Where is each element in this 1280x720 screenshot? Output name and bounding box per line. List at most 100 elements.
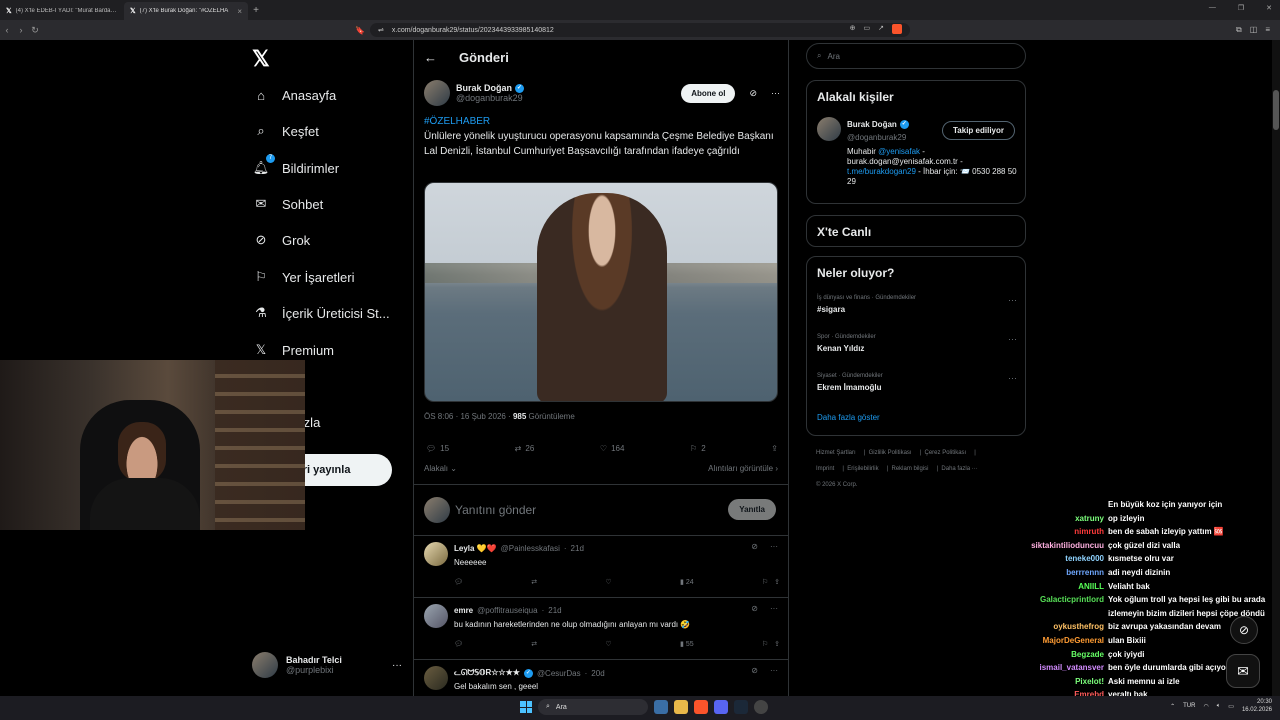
x-logo-icon[interactable]: 𝕏 <box>252 46 270 72</box>
trend-item[interactable]: Spor · Gündemdekiler Kenan Yıldız ··· <box>817 334 1017 353</box>
extensions-icon[interactable]: ⧉ <box>1236 25 1242 35</box>
views-stat[interactable]: ▮ 55 <box>680 640 694 648</box>
more-dots-icon[interactable]: ··· <box>1008 295 1017 305</box>
widgets-icon[interactable] <box>654 700 668 714</box>
sort-dropdown[interactable]: Alakalı ⌄ <box>424 464 457 473</box>
reply-item[interactable]: emre @poffitrauseiqua · 21d ⊘ ··· bu kadının… <box>414 598 788 660</box>
following-button[interactable]: Takip ediliyor <box>942 121 1015 140</box>
heart-icon[interactable]: ♡ <box>605 640 611 648</box>
reply-author[interactable]: ᓚᘏᗢ𝕊𝕆R☆☆★★ <box>454 668 520 678</box>
browser-tab-active[interactable]: 𝕏 (7) X'te Burak Doğan: "#ÖZELHA × <box>124 2 248 20</box>
clock[interactable]: 20:30 16.02.2026 <box>1242 698 1272 714</box>
person-name[interactable]: Burak Doğan <box>847 120 897 129</box>
nav-bookmarks[interactable]: ⚐ Yer İşaretleri <box>252 268 354 286</box>
more-dots-icon[interactable]: ··· <box>1008 334 1017 344</box>
close-window-icon[interactable]: ✕ <box>1266 4 1272 12</box>
footer-link[interactable]: Erişilebilirlik <box>847 466 878 472</box>
footer-link[interactable]: Imprint <box>816 466 834 472</box>
reply-handle[interactable]: @poffitrauseiqua <box>477 606 537 615</box>
nav-notifications[interactable]: 🔔︎ 7 Bildirimler <box>252 154 339 177</box>
footer-link[interactable]: Çerez Politikası <box>925 450 967 456</box>
reply-author[interactable]: emre <box>454 606 473 615</box>
language-indicator[interactable]: TUR <box>1183 703 1195 709</box>
show-more-link[interactable]: Daha fazla göster <box>817 413 880 422</box>
windows-start-icon[interactable] <box>520 701 532 713</box>
scroll-thumb[interactable] <box>1273 90 1279 130</box>
nav-home[interactable]: ⌂ Anasayfa <box>252 86 336 104</box>
minimize-icon[interactable]: — <box>1209 4 1216 12</box>
grok-float-icon[interactable]: ⊘ <box>1230 616 1258 644</box>
repost-action[interactable]: ⇄ 26 <box>515 444 535 453</box>
author-avatar[interactable] <box>424 80 450 106</box>
reply-button[interactable]: Yanıtla <box>728 499 776 520</box>
reply-input[interactable]: Yanıtını gönder <box>455 503 536 517</box>
author-handle[interactable]: @doganburak29 <box>456 93 524 103</box>
scrollbar[interactable] <box>1272 40 1280 696</box>
reply-icon[interactable]: 💬︎ <box>454 640 463 648</box>
footer-link[interactable]: Reklam bilgisi <box>892 466 929 472</box>
more-dots-icon[interactable]: ··· <box>771 88 780 98</box>
grok-icon[interactable]: ⊘ <box>751 666 758 675</box>
share-action[interactable]: ⇪ <box>771 444 778 453</box>
x-live-card[interactable]: X'te Canlı <box>806 215 1026 247</box>
search-input[interactable]: ⌕ Ara <box>806 43 1026 69</box>
heart-icon[interactable]: ♡ <box>605 578 611 586</box>
tweet-photo[interactable] <box>424 182 778 402</box>
view-quotes-link[interactable]: Alıntıları görüntüle › <box>708 464 778 473</box>
bookmark-page-icon[interactable]: 🔖 <box>355 26 365 35</box>
bookmark-action[interactable]: ⚐ 2 <box>690 444 706 453</box>
reply-author[interactable]: Leyla 💛❤️ <box>454 544 497 553</box>
reply-handle[interactable]: @Painlesskafasi <box>501 544 560 553</box>
taskbar-search[interactable]: ⌕ Ara <box>538 699 648 715</box>
repost-icon[interactable]: ⇄ <box>531 640 537 648</box>
back-arrow-icon[interactable]: ← <box>424 50 437 65</box>
battery-icon[interactable]: ▭ <box>1228 703 1234 710</box>
nav-explore[interactable]: ⌕ Keşfet <box>252 122 319 140</box>
tray-chevron-icon[interactable]: ⌃ <box>1170 703 1175 710</box>
bio-mention-link[interactable]: @yenisafak <box>878 147 920 156</box>
person-handle[interactable]: @doganburak29 <box>847 133 906 142</box>
messages-float-icon[interactable]: ✉ <box>1226 654 1260 688</box>
bookmark-icon[interactable]: ⚐ <box>762 579 768 586</box>
cast-icon[interactable]: ▭ <box>864 24 871 36</box>
subscribe-button[interactable]: Abone ol <box>681 83 736 103</box>
forward-icon[interactable]: › <box>14 25 28 35</box>
brave-browser-icon[interactable] <box>694 700 708 714</box>
more-dots-icon[interactable]: ··· <box>392 660 402 671</box>
account-switcher[interactable]: Bahadır Telci @purplebixi ··· <box>252 652 402 678</box>
zoom-icon[interactable]: ⊕ <box>850 24 856 36</box>
grok-icon[interactable]: ⊘ <box>751 542 758 551</box>
new-tab-button[interactable]: + <box>248 2 264 20</box>
trend-item[interactable]: Siyaset · Gündemdekiler Ekrem İmamoğlu ·… <box>817 373 1017 392</box>
more-dots-icon[interactable]: ··· <box>770 542 778 551</box>
nav-messages[interactable]: ✉ Sohbet <box>252 195 324 213</box>
bookmark-icon[interactable]: ⚐ <box>762 641 768 648</box>
footer-link[interactable]: Hizmet Şartları <box>816 450 856 456</box>
trend-item[interactable]: İş dünyası ve finans · Gündemdekiler #si… <box>817 295 1017 314</box>
reply-item[interactable]: Leyla 💛❤️ @Painlesskafasi · 21d ⊘ ··· Neeeee… <box>414 536 788 598</box>
reply-item[interactable]: ᓚᘏᗢ𝕊𝕆R☆☆★★ ✓ @CesurDas · 20d ⊘ ··· Gel bakalı… <box>414 660 788 696</box>
obs-icon[interactable] <box>754 700 768 714</box>
bio-url-link[interactable]: t.me/burakdogan29 <box>847 167 916 176</box>
close-tab-icon[interactable]: × <box>237 7 242 16</box>
reply-icon[interactable]: 💬︎ <box>454 578 463 586</box>
nav-creator-studio[interactable]: ⚗ İçerik Üreticisi St... <box>252 304 389 322</box>
grok-icon[interactable]: ⊘ <box>749 88 757 99</box>
steam-icon[interactable] <box>734 700 748 714</box>
views-stat[interactable]: ▮ 24 <box>680 578 694 586</box>
more-dots-icon[interactable]: ··· <box>1008 373 1017 383</box>
nav-grok[interactable]: ⊘ Grok <box>252 231 311 249</box>
volume-icon[interactable]: 🔈︎ <box>1217 703 1221 710</box>
nav-premium[interactable]: 𝕏 Premium <box>252 341 334 359</box>
wallet-icon[interactable]: ◫ <box>1250 25 1258 35</box>
back-icon[interactable]: ‹ <box>0 25 14 35</box>
grok-icon[interactable]: ⊘ <box>751 604 758 613</box>
url-bar[interactable]: ⇌ x.com/doganburak29/status/202344393398… <box>370 23 910 37</box>
reply-action[interactable]: 💬︎ 15 <box>426 444 449 453</box>
menu-icon[interactable]: ≡ <box>1265 25 1270 35</box>
footer-link[interactable]: Daha fazla ··· <box>941 466 977 472</box>
footer-link[interactable]: Gizlilik Politikası <box>869 450 912 456</box>
share-icon[interactable]: ↗ <box>878 24 884 36</box>
hashtag-link[interactable]: #ÖZELHABER <box>424 114 778 129</box>
like-action[interactable]: ♡ 164 <box>600 444 625 453</box>
